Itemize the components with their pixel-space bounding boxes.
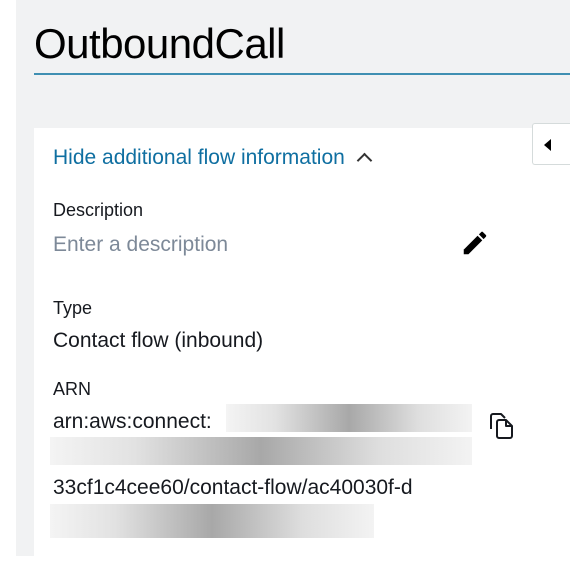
arn-redaction: [226, 404, 472, 432]
copy-icon[interactable]: [485, 410, 517, 442]
pencil-icon[interactable]: [460, 228, 490, 258]
hide-flow-info-toggle[interactable]: Hide additional flow information: [53, 146, 373, 170]
flow-details-page: OutboundCall Hide additional flow inform…: [0, 0, 570, 568]
arn-redaction: [50, 504, 374, 538]
arn-label: ARN: [53, 379, 92, 399]
arn-redaction: [50, 437, 472, 465]
chevron-up-icon: [356, 152, 373, 169]
page-title: OutboundCall: [34, 20, 285, 67]
caret-left-icon: [544, 139, 551, 151]
type-value: Contact flow (inbound): [53, 329, 264, 352]
type-label: Type: [53, 298, 93, 318]
arn-line-3: 33cf1c4cee60/contact-flow/ac40030f-d: [53, 476, 413, 499]
arn-line-1: arn:aws:connect:: [53, 410, 212, 433]
description-field[interactable]: Enter a description: [53, 233, 228, 257]
hide-flow-info-label: Hide additional flow information: [53, 146, 345, 169]
description-label: Description: [53, 200, 144, 220]
title-underline: [34, 73, 570, 75]
collapse-panel-button[interactable]: [532, 123, 570, 165]
